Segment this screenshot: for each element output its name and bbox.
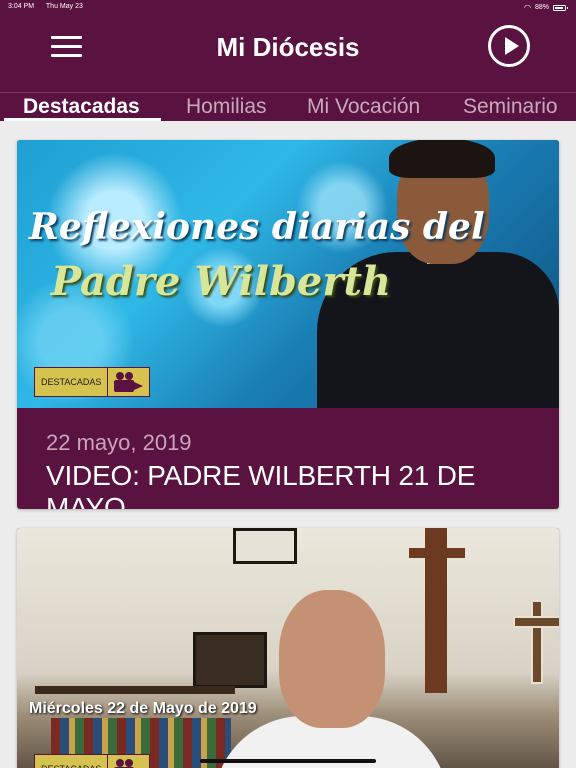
post-card[interactable]: Reflexiones diarias del Padre Wilberth D…: [17, 140, 559, 509]
app-header: Mi Diócesis: [0, 14, 576, 92]
category-badge[interactable]: DESTACADAS: [34, 367, 151, 397]
thumbnail-title-line1: Reflexiones diarias del: [29, 206, 485, 248]
post-card[interactable]: Miércoles 22 de Mayo de 2019 DESTACADAS: [17, 528, 559, 768]
tab-homilias[interactable]: Homilias: [186, 95, 267, 119]
wall-cross: [531, 600, 543, 684]
wall-cross-arm: [513, 616, 559, 628]
active-tab-indicator: [4, 118, 161, 121]
shelf: [35, 686, 235, 694]
thumbnail-title-line2: Padre Wilberth: [51, 258, 391, 305]
category-badge[interactable]: DESTACADAS: [34, 754, 151, 768]
status-bar: 3:04 PM Thu May 23 ◠ 88%: [0, 0, 576, 14]
category-label: DESTACADAS: [35, 368, 108, 396]
priest-hair: [389, 140, 495, 178]
video-camera-icon: [107, 368, 150, 396]
status-date: Thu May 23: [45, 3, 83, 10]
post-info: 22 mayo, 2019 VIDEO: PADRE WILBERTH 21 D…: [17, 408, 559, 509]
wifi-icon: ◠: [524, 3, 531, 12]
category-tabs: Destacadas Homilias Mi Vocación Seminari…: [0, 92, 576, 121]
post-thumbnail[interactable]: Reflexiones diarias del Padre Wilberth D…: [17, 140, 559, 408]
tab-destacadas[interactable]: Destacadas: [23, 95, 140, 119]
post-date: 22 mayo, 2019: [46, 430, 192, 455]
battery-icon: [553, 4, 568, 11]
play-icon[interactable]: [488, 25, 530, 67]
wall-painting: [193, 632, 267, 688]
tab-seminario[interactable]: Seminario: [463, 95, 558, 119]
post-title[interactable]: VIDEO: PADRE WILBERTH 21 DE MAYO: [46, 460, 559, 509]
battery-percent: 88%: [534, 4, 549, 11]
wall-frame: [233, 528, 297, 564]
status-time: 3:04 PM: [8, 3, 35, 10]
home-indicator[interactable]: [200, 759, 376, 763]
video-caption: Miércoles 22 de Mayo de 2019: [29, 700, 257, 717]
crucifix-arm: [409, 548, 465, 558]
video-camera-icon: [107, 755, 150, 768]
tab-mi-vocacion[interactable]: Mi Vocación: [307, 95, 420, 119]
category-label: DESTACADAS: [35, 755, 108, 768]
priest-head: [279, 590, 385, 728]
post-thumbnail[interactable]: Miércoles 22 de Mayo de 2019 DESTACADAS: [17, 528, 559, 768]
